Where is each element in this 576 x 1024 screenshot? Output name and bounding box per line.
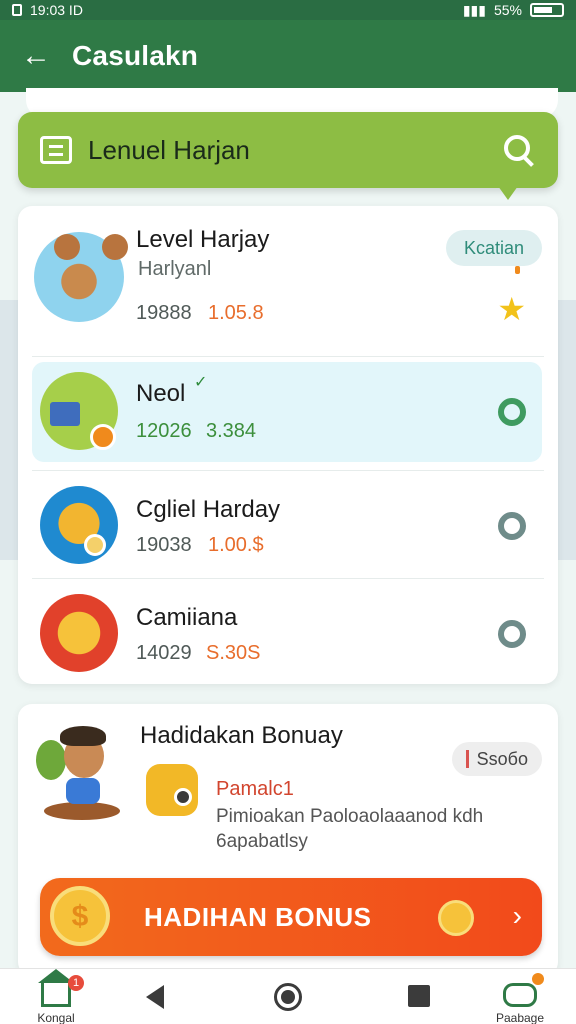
coin-stack-avatar-icon — [40, 594, 118, 672]
level-row-2[interactable]: Neol ✓ 12026 3.384 — [18, 362, 558, 462]
dollar-coin-icon — [50, 886, 110, 946]
level-tag-button[interactable]: Kcatian — [445, 230, 542, 266]
level-title: Neol — [136, 380, 186, 407]
level-value: S.30S — [206, 642, 261, 664]
level-value: 1.05.8 — [208, 302, 264, 324]
level-row-3[interactable]: Cgliel Harday 19038 1.00.$ — [18, 472, 558, 578]
jar-detail-icon — [174, 788, 192, 806]
search-label: Lenuel Harjan — [88, 134, 250, 165]
ground-shape — [44, 802, 120, 820]
app-bar: ← Casulakn — [0, 20, 576, 92]
divider — [32, 470, 544, 471]
coin-icon — [438, 900, 474, 936]
bonus-button-label: HADIHAN BONUS — [144, 902, 372, 932]
profile-indicator-dot — [532, 973, 544, 985]
level-row-4[interactable]: Camiiana 14029 S.30S — [18, 578, 558, 684]
level-subtitle: Harlyanl — [138, 258, 212, 280]
coin-icon — [84, 534, 106, 556]
radio-icon[interactable] — [498, 512, 526, 540]
nav-profile-label: Paabage — [495, 1011, 545, 1024]
level-number: 14029 — [136, 642, 192, 664]
leaf-icon: ✓ — [194, 374, 208, 391]
battery-icon — [530, 3, 564, 17]
system-recents-icon[interactable] — [408, 985, 430, 1007]
level-title: Level Harjay — [136, 226, 270, 253]
list-icon — [40, 136, 72, 164]
boy-body — [66, 778, 100, 804]
notification-icon — [12, 4, 22, 16]
bottom-navigation: 1 Kongal Paabage — [0, 968, 576, 1024]
profile-icon — [503, 983, 537, 1007]
bear-ear-left — [54, 234, 80, 260]
level-value: 1.00.$ — [208, 534, 264, 556]
star-icon[interactable]: ★ — [497, 290, 526, 328]
level-title: Camiiana — [136, 604, 238, 631]
nav-home-label: Kongal — [37, 1011, 75, 1024]
divider — [32, 356, 544, 357]
level-number: 19038 — [136, 534, 192, 556]
notification-badge: 1 — [68, 975, 84, 991]
signal-icon: ▮▮▮ — [462, 1, 486, 18]
tree-icon — [36, 740, 66, 780]
search-bar[interactable]: Lenuel Harjan — [18, 112, 558, 200]
tag-indicator-dot — [515, 266, 520, 274]
bonus-label: Pamalc1 — [216, 778, 294, 800]
level-list-card: Level Harjay Harlyanl 19888 1.05.8 Kcati… — [18, 206, 558, 684]
boy-hair — [60, 726, 106, 746]
status-time: 19:03 ID — [30, 2, 83, 18]
level-title: Cgliel Harday — [136, 496, 281, 523]
nav-profile[interactable]: Paabage — [480, 969, 560, 1024]
coin-icon — [90, 424, 116, 450]
system-home-icon[interactable] — [274, 983, 302, 1011]
radio-selected-icon[interactable] — [498, 398, 526, 426]
cat-avatar-icon — [40, 486, 118, 564]
nav-home[interactable]: 1 Kongal — [16, 969, 96, 1024]
bear-ear-right — [102, 234, 128, 260]
board-icon — [50, 402, 80, 426]
honey-jar-icon — [146, 764, 198, 816]
bonus-tag-button[interactable]: Ssoбo — [451, 742, 542, 776]
system-back-icon[interactable] — [146, 985, 164, 1009]
battery-percent: 55% — [493, 2, 522, 18]
search-bubble-tail — [498, 186, 518, 200]
home-icon — [38, 969, 74, 1007]
back-arrow-icon[interactable]: ← — [0, 20, 72, 92]
bonus-description: Pimioakan Paoloaolaaanod kdh 6apabatlsy — [216, 806, 484, 852]
search-icon[interactable] — [502, 133, 536, 167]
radio-icon[interactable] — [498, 620, 526, 648]
boy-illustration-icon — [36, 722, 122, 822]
chevron-right-icon: › — [512, 900, 522, 931]
level-value: 3.384 — [206, 420, 257, 442]
level-row-1[interactable]: Level Harjay Harlyanl 19888 1.05.8 Kcati… — [18, 206, 558, 356]
page-title: Casulakn — [72, 40, 199, 71]
claim-bonus-button[interactable]: HADIHAN BONUS › — [40, 878, 542, 956]
level-number: 19888 — [136, 302, 192, 324]
level-number: 12026 — [136, 420, 192, 442]
bonus-title: Hadidakan Bonuay — [140, 722, 343, 749]
status-bar: 19:03 ID ▮▮▮ 55% — [0, 0, 576, 20]
